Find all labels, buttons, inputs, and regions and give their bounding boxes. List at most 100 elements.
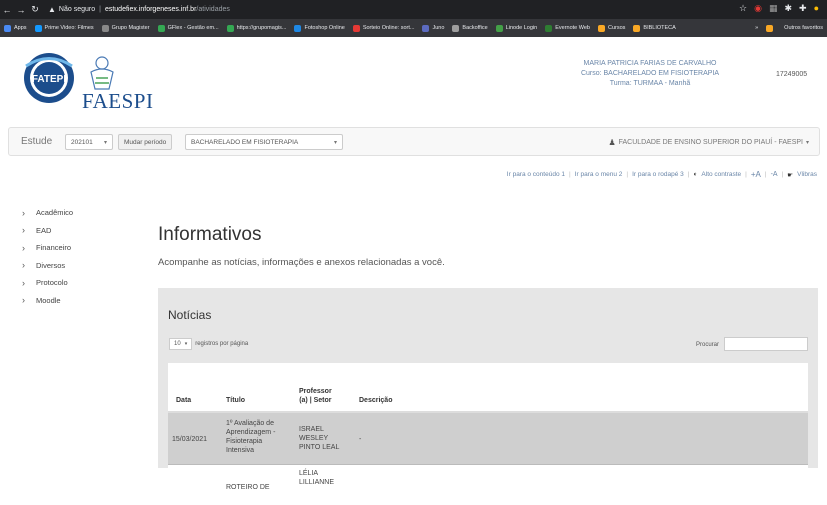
warning-icon[interactable]: ▲ bbox=[48, 5, 56, 14]
chevron-down-icon: ▾ bbox=[103, 139, 107, 146]
chevron-right-icon: › bbox=[22, 277, 25, 288]
extension-icon[interactable]: ◉ bbox=[754, 3, 762, 14]
separator: | bbox=[687, 171, 690, 178]
font-increase-link[interactable]: +A bbox=[751, 170, 761, 179]
user-course: Curso: BACHARELADO EM FISIOTERAPIA bbox=[580, 70, 720, 77]
row-description: - bbox=[359, 436, 362, 443]
faespi-logo-figure bbox=[90, 56, 114, 90]
table-row[interactable]: 15/03/2021 1º Avaliação de Aprendizagem … bbox=[168, 413, 808, 465]
row-title-line: 1º Avaliação de bbox=[226, 420, 274, 427]
other-bookmarks[interactable]: » Outros favoritos bbox=[749, 19, 823, 37]
bookmark-item[interactable]: Linode Login bbox=[492, 24, 542, 32]
bookmark-item[interactable]: GFlex - Gestão em... bbox=[154, 24, 223, 32]
table-row[interactable]: LÉLIA LILLIANNE ROTEIRO DE bbox=[168, 465, 808, 505]
skip-content-link[interactable]: Ir para o conteúdo 1 bbox=[507, 171, 565, 178]
bookmark-label: Grupo Magister bbox=[111, 25, 150, 31]
url-separator: | bbox=[99, 6, 101, 13]
course-select[interactable]: BACHARELADO EM FISIOTERAPIA ▾ bbox=[185, 134, 343, 150]
faculty-name: FACULDADE DE ENSINO SUPERIOR DO PIAUÍ - … bbox=[618, 139, 803, 146]
search-label: Procurar bbox=[696, 342, 720, 348]
bookmark-item[interactable]: Fotoshop Online bbox=[290, 24, 348, 32]
sidebar-item-label: Moodle bbox=[36, 295, 61, 305]
extension-icon[interactable]: ✱ bbox=[784, 3, 792, 14]
sidebar-item-academico[interactable]: › Acadêmico bbox=[22, 204, 73, 222]
fatepi-logo[interactable]: FATEPI bbox=[22, 46, 77, 104]
bookmark-icon bbox=[633, 24, 641, 32]
bookmark-label: Cursos bbox=[607, 25, 626, 31]
overflow-icon[interactable]: » bbox=[755, 25, 758, 31]
star-icon[interactable]: ☆ bbox=[739, 3, 747, 14]
url-host[interactable]: estudefiex.inforgeneses.inf.br bbox=[105, 6, 196, 13]
extension-icon[interactable]: ▦ bbox=[769, 3, 778, 14]
period-select[interactable]: 202101 ▾ bbox=[65, 134, 113, 150]
column-header-date[interactable]: Data bbox=[176, 396, 191, 405]
sidebar-item-ead[interactable]: › EAD bbox=[22, 222, 73, 240]
row-professor: LÉLIA LILLIANNE bbox=[299, 469, 334, 487]
column-header-professor-line2: (a) | Setor bbox=[299, 397, 332, 404]
sidebar-item-label: Diversos bbox=[36, 260, 66, 270]
bookmark-item[interactable]: Evernote Web bbox=[541, 24, 594, 32]
sidebar-item-moodle[interactable]: › Moodle bbox=[22, 292, 73, 310]
column-header-description[interactable]: Descrição bbox=[359, 396, 392, 405]
bookmark-label: Apps bbox=[14, 25, 27, 31]
accessibility-bar: Ir para o conteúdo 1 | Ir para o menu 2 … bbox=[507, 170, 817, 179]
change-period-button[interactable]: Mudar período bbox=[118, 134, 173, 150]
top-navbar: Estude 202101 ▾ Mudar período BACHARELAD… bbox=[8, 127, 820, 156]
reload-icon[interactable]: ↻ bbox=[28, 4, 42, 15]
puzzle-icon[interactable]: ✚ bbox=[799, 3, 807, 14]
chevron-down-icon: ▾ bbox=[184, 341, 188, 347]
sidebar-item-diversos[interactable]: › Diversos bbox=[22, 257, 73, 275]
chevron-right-icon: › bbox=[22, 295, 25, 306]
chevron-down-icon: ▾ bbox=[333, 139, 337, 146]
brand-link[interactable]: Estude bbox=[21, 136, 52, 147]
bookmark-icon bbox=[4, 24, 11, 32]
bookmark-label: https://grupomagis... bbox=[236, 25, 287, 31]
page-length-label: registros por página bbox=[195, 341, 249, 347]
row-title-line: Aprendizagem - bbox=[226, 429, 276, 436]
bookmark-item[interactable]: BIBLIOTECA bbox=[629, 24, 679, 32]
separator: | bbox=[764, 171, 767, 178]
profile-icon[interactable]: ● bbox=[814, 3, 819, 14]
libras-link[interactable]: Vlibras bbox=[797, 171, 817, 178]
font-decrease-link[interactable]: -A bbox=[771, 171, 778, 178]
bookmark-icon bbox=[422, 24, 430, 32]
table-header: Data Título Professor (a) | Setor Descri… bbox=[168, 363, 808, 413]
security-label[interactable]: Não seguro bbox=[59, 6, 95, 13]
back-icon[interactable]: ← bbox=[0, 5, 14, 15]
sidebar-item-protocolo[interactable]: › Protocolo bbox=[22, 274, 73, 292]
row-title-line: ROTEIRO DE bbox=[226, 484, 270, 491]
bookmark-item[interactable]: Backoffice bbox=[448, 24, 491, 32]
faculty-menu[interactable]: ♟ FACULDADE DE ENSINO SUPERIOR DO PIAUÍ … bbox=[608, 138, 809, 147]
sidebar-menu: › Acadêmico › EAD › Financeiro › Diverso… bbox=[22, 204, 73, 309]
bookmark-item[interactable]: Juno bbox=[418, 24, 448, 32]
column-header-professor[interactable]: Professor (a) | Setor bbox=[299, 387, 332, 405]
skip-footer-link[interactable]: Ir para o rodapé 3 bbox=[632, 171, 684, 178]
row-professor-line: LILLIANNE bbox=[299, 479, 335, 486]
bookmark-item[interactable]: Prime Video: Filmes bbox=[31, 24, 98, 32]
news-panel: Notícias 10 ▾ registros por página Procu… bbox=[158, 288, 818, 505]
bookmark-label: Prime Video: Filmes bbox=[44, 25, 94, 31]
bookmark-item[interactable]: Grupo Magister bbox=[98, 24, 154, 32]
skip-menu-link[interactable]: Ir para o menu 2 bbox=[575, 171, 623, 178]
column-header-title[interactable]: Título bbox=[226, 396, 245, 405]
page-length-select[interactable]: 10 ▾ bbox=[169, 338, 193, 350]
bookmark-item[interactable]: Apps bbox=[0, 24, 31, 32]
contrast-link[interactable]: Alto contraste bbox=[701, 171, 741, 178]
faespi-logo-text[interactable]: FAESPI bbox=[82, 89, 153, 114]
browser-toolbar: ← → ↻ ▲ Não seguro | estudefiex.inforgen… bbox=[0, 0, 827, 19]
user-class: Turma: TURMAA - Manhã bbox=[609, 80, 691, 87]
forward-icon[interactable]: → bbox=[14, 5, 28, 15]
row-professor-line: PINTO LEAL bbox=[299, 444, 340, 451]
sidebar-item-financeiro[interactable]: › Financeiro bbox=[22, 239, 73, 257]
bookmark-icon bbox=[226, 24, 234, 32]
bookmark-item[interactable]: Cursos bbox=[594, 24, 629, 32]
search-input[interactable] bbox=[724, 337, 808, 351]
row-title-line: Fisioterapia bbox=[226, 438, 263, 445]
user-info: MARIA PATRICIA FARIAS DE CARVALHO Curso:… bbox=[560, 59, 740, 89]
url-path[interactable]: /atividades bbox=[196, 6, 229, 13]
bookmark-item[interactable]: https://grupomagis... bbox=[223, 24, 291, 32]
bookmark-label: BIBLIOTECA bbox=[643, 25, 676, 31]
row-date: 15/03/2021 bbox=[172, 436, 208, 443]
bookmark-item[interactable]: Sorteio Online: sort... bbox=[349, 24, 419, 32]
bookmark-label: GFlex - Gestão em... bbox=[167, 25, 219, 31]
